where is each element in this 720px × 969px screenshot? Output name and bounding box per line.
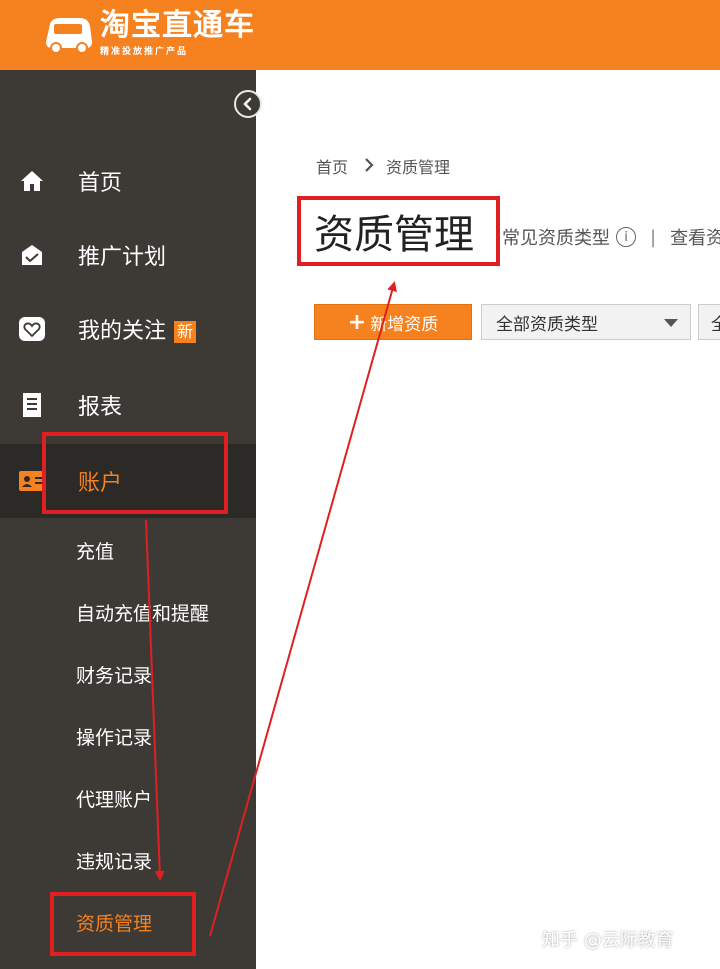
watermark: 知乎 @云际教育 <box>542 930 674 951</box>
highlight-box-qualification <box>50 892 196 956</box>
breadcrumb-current: 资质管理 <box>386 158 451 177</box>
sidebar-subitem-recharge[interactable]: 充值 <box>0 520 256 580</box>
highlight-box-account <box>42 432 228 514</box>
sidebar-item-text: 我的关注 <box>78 319 167 344</box>
sidebar-item-label: 首页 <box>78 171 123 196</box>
qualification-type-value: 全部资质类型 <box>496 314 598 335</box>
sidebar-item-label: 报表 <box>78 395 123 420</box>
sidebar-subitem-operation-records[interactable]: 操作记录 <box>0 706 256 766</box>
sidebar-subitem-label: 违规记录 <box>76 850 153 873</box>
brand-title: 淘宝直通车 <box>100 8 255 43</box>
add-qualification-label: 新增资质 <box>370 314 439 335</box>
sidebar-subitem-label: 财务记录 <box>76 664 153 687</box>
report-icon <box>18 391 46 419</box>
top-header: 淘宝直通车 精准投放推广产品 <box>0 0 720 70</box>
add-qualification-button[interactable]: + 新增资质 <box>314 304 472 340</box>
secondary-filter-select[interactable]: 全 <box>698 304 720 340</box>
brand-slogan: 精准投放推广产品 <box>100 47 189 57</box>
chevron-left-circle-icon <box>243 97 252 111</box>
highlight-box-title <box>297 196 500 266</box>
view-link[interactable]: 查看资 <box>670 224 720 250</box>
common-types-link[interactable]: 常见资质类型 <box>502 224 610 250</box>
new-badge: 新 <box>174 321 197 343</box>
qualification-type-select[interactable]: 全部资质类型 <box>481 304 691 340</box>
sidebar-subitem-auto-recharge[interactable]: 自动充值和提醒 <box>0 582 256 642</box>
chevron-right-icon <box>364 157 374 176</box>
sidebar-subitem-agent-account[interactable]: 代理账户 <box>0 768 256 828</box>
home-icon <box>18 167 46 195</box>
sidebar-subitem-finance-records[interactable]: 财务记录 <box>0 644 256 704</box>
sidebar-item-label: 推广计划 <box>78 245 167 270</box>
title-links: 常见资质类型 i | 查看资 <box>502 224 720 250</box>
caret-down-icon <box>664 319 678 327</box>
info-icon[interactable]: i <box>616 227 636 247</box>
sidebar-subitem-label: 代理账户 <box>76 788 153 811</box>
secondary-filter-value: 全 <box>711 310 720 335</box>
breadcrumb: 首页 资质管理 <box>316 154 450 178</box>
breadcrumb-home-link[interactable]: 首页 <box>316 154 348 178</box>
sidebar-item-label: 我的关注新 <box>78 313 197 345</box>
sidebar-subitem-label: 充值 <box>76 540 115 563</box>
sidebar-item-favorites[interactable]: 我的关注新 <box>0 292 256 366</box>
car-logo-icon <box>40 12 96 56</box>
sidebar-item-reports[interactable]: 报表 <box>0 368 256 442</box>
sidebar-subitem-label: 自动充值和提醒 <box>76 602 210 625</box>
heart-icon <box>18 315 46 343</box>
sidebar-item-campaigns[interactable]: 推广计划 <box>0 218 256 292</box>
link-divider: | <box>650 226 657 248</box>
plus-icon: + <box>347 309 367 335</box>
collapse-sidebar-button[interactable] <box>234 90 262 118</box>
sidebar-subitem-label: 操作记录 <box>76 726 153 749</box>
sidebar-subitem-violation-records[interactable]: 违规记录 <box>0 830 256 890</box>
shop-bag-icon <box>18 241 46 269</box>
brand-logo[interactable]: 淘宝直通车 精准投放推广产品 <box>40 10 255 57</box>
sidebar-item-home[interactable]: 首页 <box>0 144 256 218</box>
